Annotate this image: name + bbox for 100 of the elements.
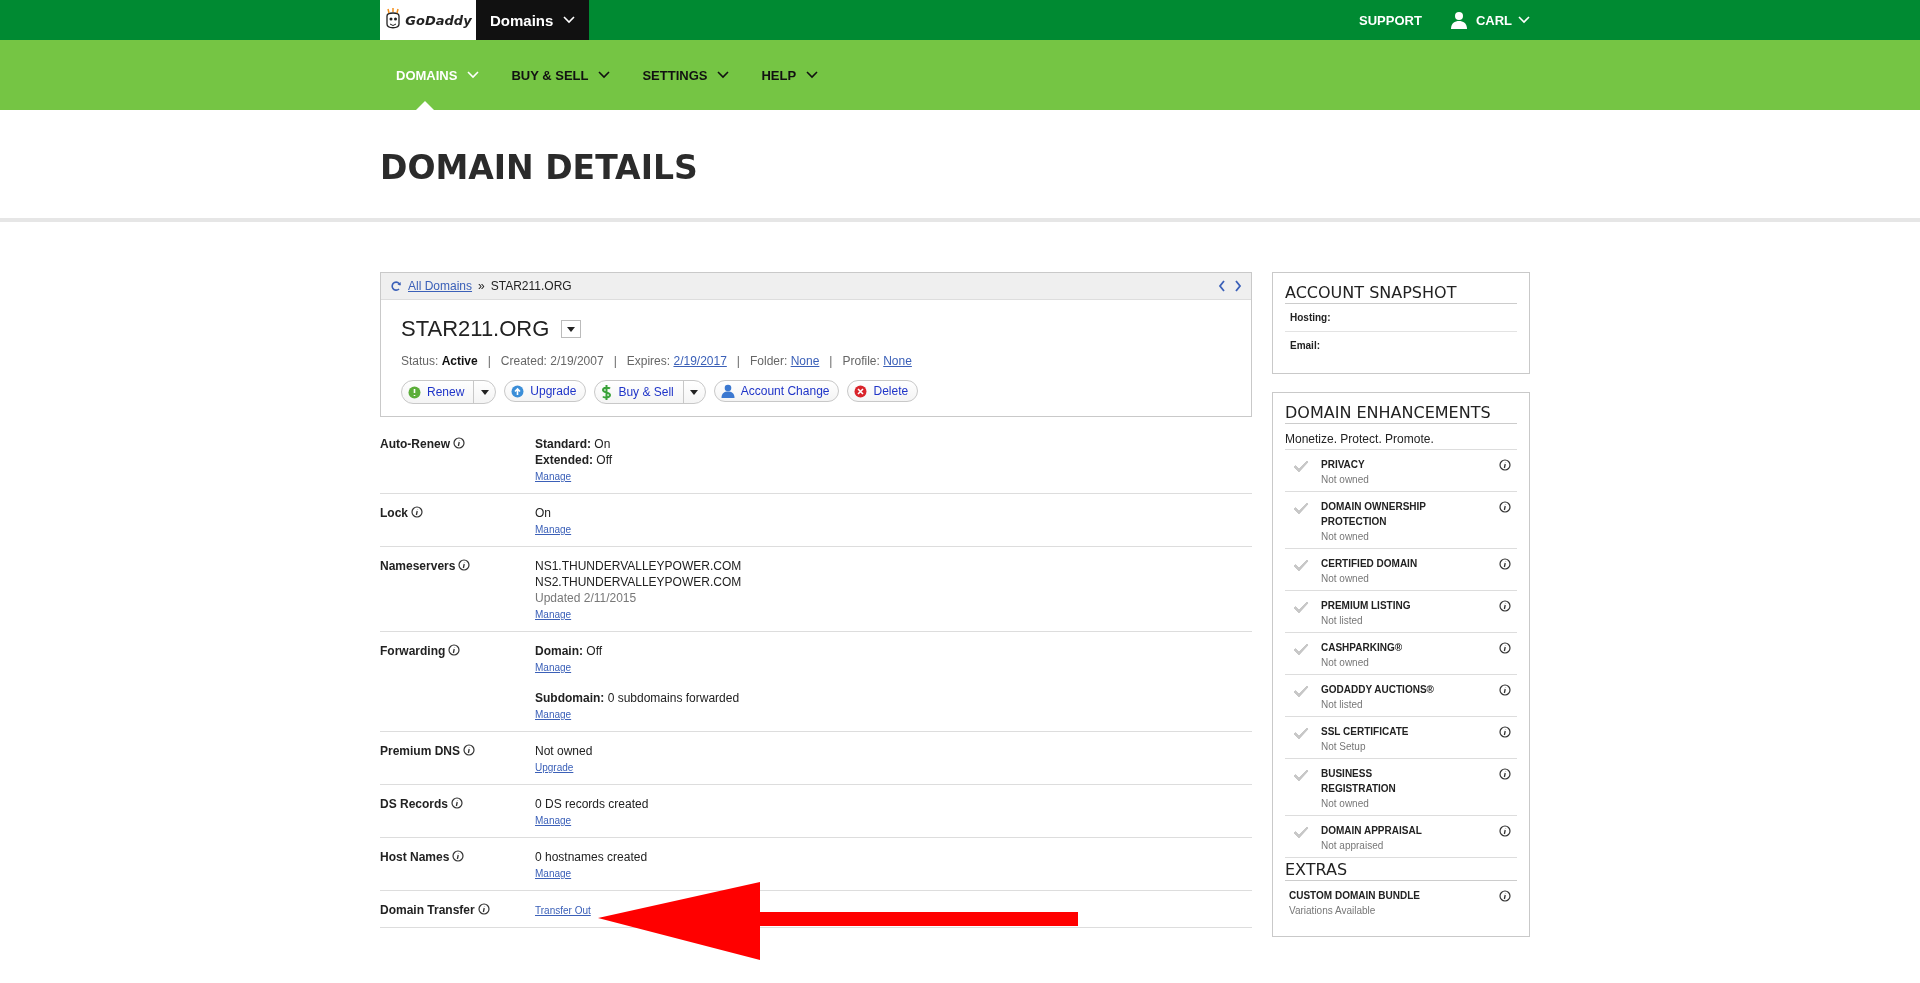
chevron-icon <box>1518 16 1530 24</box>
enhancement-name: BUSINESS REGISTRATION <box>1321 767 1397 796</box>
enhancement-name: GODADDY AUCTIONS® <box>1321 683 1435 697</box>
enhancement-status: Not Setup <box>1321 741 1367 752</box>
delete-icon <box>854 384 868 398</box>
manage-link[interactable]: Upgrade <box>535 762 574 773</box>
support-link[interactable]: SUPPORT <box>1359 12 1422 28</box>
logo[interactable]: GoDaddy <box>380 0 476 40</box>
page-title: DOMAIN DETAILS <box>379 147 699 187</box>
setting-value: Standard: On <box>535 436 612 452</box>
product-menu[interactable]: Domains <box>476 0 590 40</box>
meta-label: Expires: <box>626 354 671 368</box>
meta-link[interactable]: None <box>883 354 912 368</box>
info-icon[interactable] <box>453 437 465 449</box>
check-icon <box>1293 770 1309 782</box>
enhancement-status: Not owned <box>1321 573 1370 584</box>
check-icon <box>1293 644 1309 656</box>
caret-icon <box>690 389 699 395</box>
nav-tab[interactable]: BUY & SELL <box>495 40 627 110</box>
nav-tab[interactable]: SETTINGS <box>626 40 746 110</box>
breadcrumb-link[interactable]: All Domains <box>408 279 473 293</box>
meta-value: Active <box>441 354 478 368</box>
snapshot-label: Email: <box>1289 339 1321 353</box>
enhancement-status: Not listed <box>1321 699 1364 710</box>
enhancement-name: DOMAIN APPRAISAL <box>1321 824 1423 838</box>
manage-link[interactable]: Manage <box>535 709 572 720</box>
domain-name: STAR211.ORG <box>401 316 550 342</box>
caret-icon <box>567 326 576 332</box>
manage-link[interactable]: Transfer Out <box>535 905 591 916</box>
setting-note: Updated 2/11/2015 <box>535 590 638 606</box>
meta-label: Status: <box>401 354 439 368</box>
chevron-icon <box>563 16 576 24</box>
info-icon[interactable] <box>1499 684 1511 696</box>
info-icon[interactable] <box>411 506 423 518</box>
info-icon[interactable] <box>1499 558 1511 570</box>
caret-icon <box>480 389 489 395</box>
info-icon[interactable] <box>448 644 461 656</box>
check-icon <box>1293 728 1309 740</box>
enhancement-name: PREMIUM LISTING <box>1321 599 1412 613</box>
enhancement-status: Not owned <box>1321 531 1370 542</box>
info-icon[interactable] <box>1499 890 1511 902</box>
check-icon <box>1293 827 1309 839</box>
logo-text: GoDaddy <box>405 12 472 28</box>
info-icon[interactable] <box>1499 459 1511 471</box>
manage-link[interactable]: Manage <box>535 524 572 535</box>
check-icon <box>1293 560 1309 572</box>
info-icon[interactable] <box>1499 642 1511 654</box>
setting-label: Host Names <box>380 849 450 865</box>
setting-value: 0 hostnames created <box>535 849 648 865</box>
setting-label: DS Records <box>380 796 449 812</box>
setting-value: Subdomain: 0 subdomains forwarded <box>535 690 740 706</box>
info-icon[interactable] <box>451 797 464 809</box>
manage-link[interactable]: Manage <box>535 471 572 482</box>
tagline: Monetize. Protect. Promote. <box>1285 424 1517 450</box>
action-button[interactable]: Account Change <box>713 380 840 402</box>
enhancement-name: PRIVACY <box>1321 458 1366 472</box>
enhancement-name: CERTIFIED DOMAIN <box>1321 557 1419 571</box>
meta-label: Folder: <box>749 354 788 368</box>
enhancement-status: Not owned <box>1321 657 1370 668</box>
chevron-icon <box>806 71 819 79</box>
action-button[interactable]: Upgrade <box>504 380 587 402</box>
meta-link[interactable]: 2/19/2017 <box>673 354 727 368</box>
enhancement-status: Not listed <box>1321 615 1364 626</box>
manage-link[interactable]: Manage <box>535 662 572 673</box>
dropdown-button[interactable] <box>561 320 582 338</box>
up-arrow-icon <box>511 384 525 398</box>
info-icon[interactable] <box>452 850 465 862</box>
info-icon[interactable] <box>1499 768 1511 780</box>
refresh-icon[interactable] <box>390 280 402 292</box>
setting-value: 0 DS records created <box>535 796 649 812</box>
info-icon[interactable] <box>477 903 490 915</box>
breadcrumb-current: STAR211.ORG <box>490 279 572 293</box>
panel-title: DOMAIN ENHANCEMENTS <box>1285 403 1517 424</box>
info-icon[interactable] <box>1499 825 1511 837</box>
info-icon[interactable] <box>1499 501 1511 513</box>
setting-label: Nameservers <box>380 558 456 574</box>
nav-tab[interactable]: HELP <box>745 40 835 110</box>
action-button[interactable]: Delete <box>847 380 919 402</box>
manage-link[interactable]: Manage <box>535 815 572 826</box>
meta-link[interactable]: None <box>790 354 820 368</box>
setting-label: Domain Transfer <box>380 902 475 918</box>
user-icon <box>1449 11 1468 29</box>
enhancement-status: Not owned <box>1321 474 1370 485</box>
setting-value: Not owned <box>535 743 593 759</box>
previous-icon[interactable] <box>1218 280 1226 292</box>
info-icon[interactable] <box>1499 726 1511 738</box>
manage-link[interactable]: Manage <box>535 609 572 620</box>
enhancement-name: DOMAIN OWNERSHIP PROTECTION <box>1321 500 1427 529</box>
info-icon[interactable] <box>463 744 476 756</box>
next-icon[interactable] <box>1234 280 1242 292</box>
user-menu[interactable]: CARL <box>1449 11 1530 29</box>
enhancement-name: CASHPARKING® <box>1321 641 1404 655</box>
info-icon[interactable] <box>1499 600 1511 612</box>
setting-value: NS2.THUNDERVALLEYPOWER.COM <box>535 574 742 590</box>
setting-value: Extended: Off <box>535 452 613 468</box>
exclamation-icon <box>408 385 421 399</box>
info-icon[interactable] <box>458 559 471 571</box>
check-icon <box>1293 461 1309 473</box>
check-icon <box>1293 686 1309 698</box>
manage-link[interactable]: Manage <box>535 868 572 879</box>
